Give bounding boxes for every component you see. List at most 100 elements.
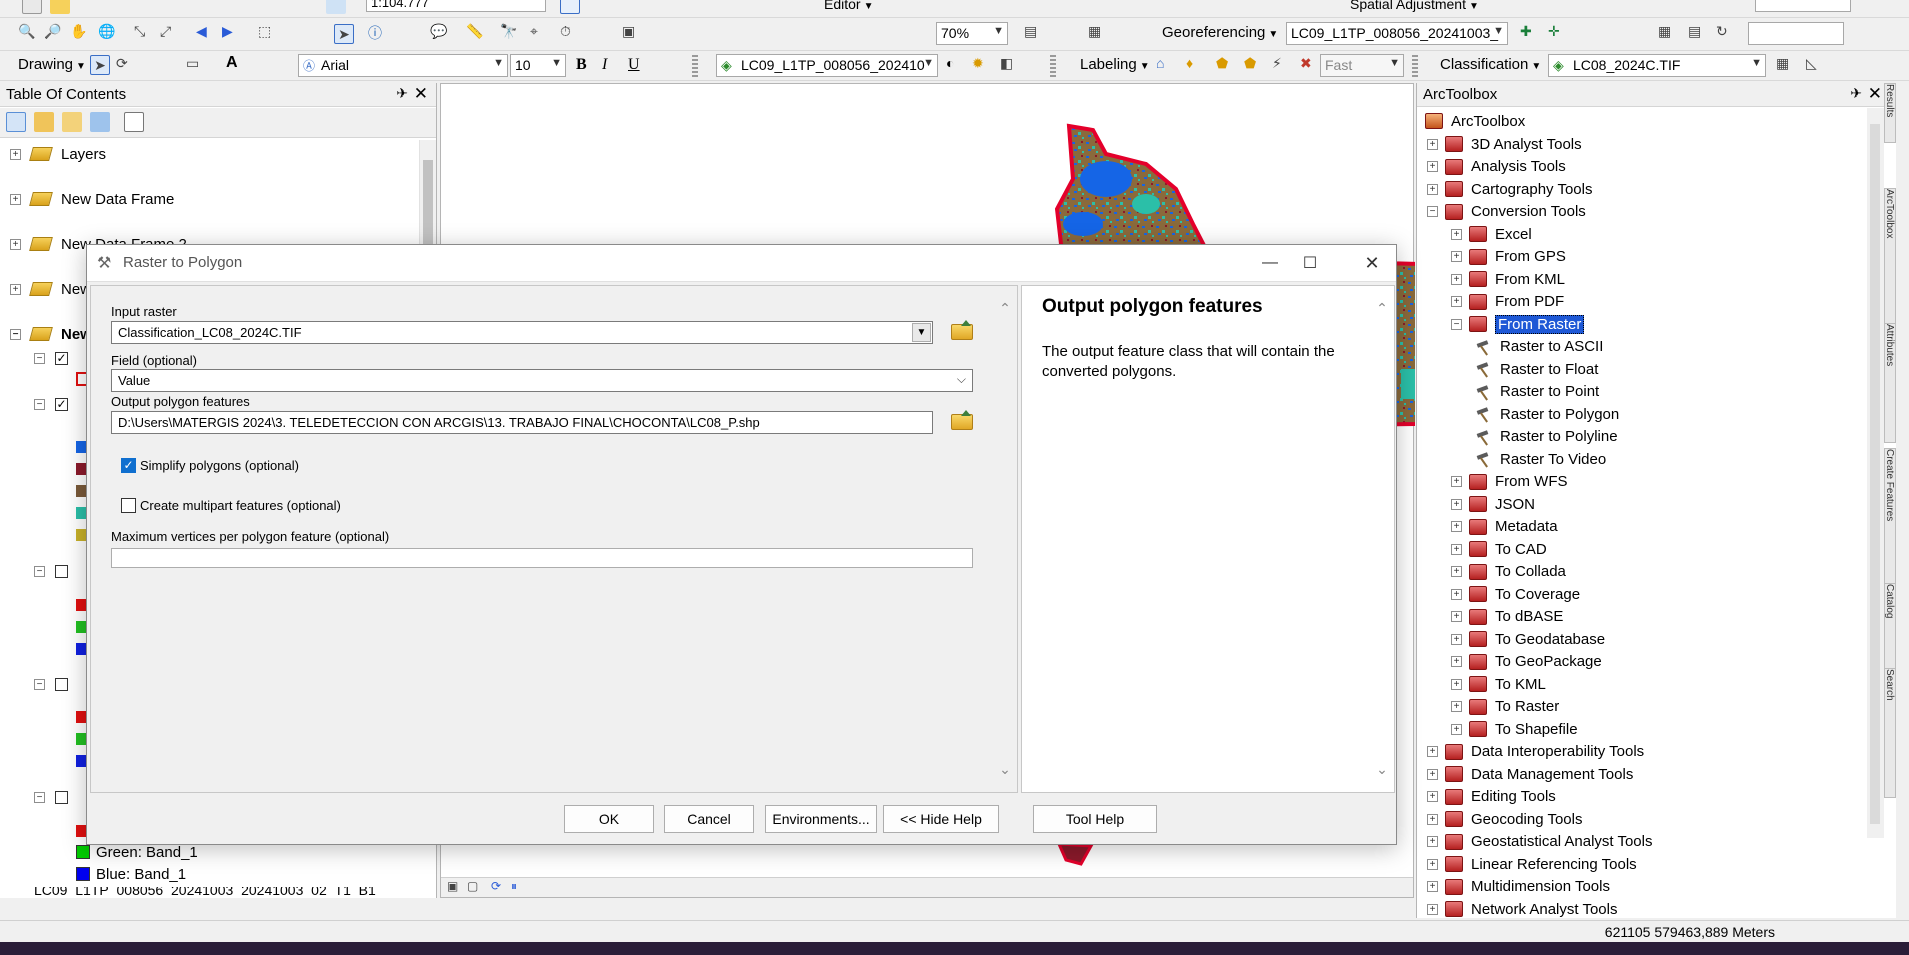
expand-icon[interactable]: +	[1451, 296, 1462, 307]
chevron-down-icon[interactable]: ▼	[912, 323, 931, 342]
dialog-title-bar[interactable]: ⚒ Raster to Polygon — ☐ ✕	[87, 245, 1396, 282]
collapse-icon[interactable]: −	[34, 398, 45, 410]
fixed-zoom-out-icon[interactable]: ⤢	[160, 23, 171, 40]
toolset-item[interactable]: − From Raster	[1451, 313, 1585, 335]
expand-icon[interactable]: +	[10, 148, 21, 160]
table-icon[interactable]: ▦	[1088, 23, 1101, 40]
layer-checkbox[interactable]	[55, 564, 68, 578]
expand-icon[interactable]: +	[1451, 498, 1462, 510]
zoom-out-icon[interactable]: 🔎	[44, 23, 61, 40]
data-view-icon[interactable]: ▣	[447, 879, 458, 893]
toc-layer-row[interactable]: −	[34, 560, 68, 582]
new-document-icon[interactable]	[22, 0, 42, 14]
layer-checkbox[interactable]: ✓	[55, 397, 68, 411]
collapse-icon[interactable]: −	[1451, 318, 1462, 330]
expand-icon[interactable]: +	[1451, 723, 1462, 735]
expand-icon[interactable]: +	[1451, 476, 1462, 487]
layout-page-icon[interactable]: ▤	[1024, 23, 1037, 40]
list-by-visibility-icon[interactable]	[62, 112, 82, 132]
raster-layer-combo[interactable]: ◈ LC09_L1TP_008056_202410 ▼	[716, 54, 938, 77]
expand-icon[interactable]: +	[1451, 251, 1462, 262]
toolset-item[interactable]: + From WFS	[1451, 471, 1568, 493]
toolset-item[interactable]: +3D Analyst Tools	[1427, 133, 1582, 155]
scroll-down-icon[interactable]: ⌄	[997, 761, 1013, 778]
back-extent-icon[interactable]: ◀	[196, 23, 207, 40]
expand-icon[interactable]: +	[1427, 836, 1438, 847]
brightness-icon[interactable]: ✹	[972, 55, 984, 72]
clear-labels-icon[interactable]: ✖	[1300, 55, 1312, 72]
toolset-item[interactable]: + Data Management Tools	[1427, 763, 1633, 785]
html-popup-icon[interactable]: 💬	[430, 23, 447, 40]
expand-icon[interactable]: +	[1451, 543, 1462, 555]
measure-icon[interactable]: 📏	[466, 23, 483, 40]
draw-polygon-icon[interactable]: ◺	[1806, 55, 1817, 72]
input-raster-combo[interactable]: Classification_LC08_2024C.TIF ▼	[111, 321, 933, 344]
toolbox-root[interactable]: ArcToolbox	[1425, 110, 1525, 132]
go-to-xy-icon[interactable]: ⌖	[530, 23, 538, 40]
expand-icon[interactable]: +	[1427, 183, 1438, 195]
toolset-item[interactable]: + Data Interoperability Tools	[1427, 741, 1644, 763]
expand-icon[interactable]: +	[1451, 588, 1462, 600]
collapse-icon[interactable]: −	[34, 791, 45, 803]
expand-icon[interactable]: +	[1451, 701, 1462, 712]
toolset-item[interactable]: + Excel	[1451, 223, 1532, 245]
simplify-polygons-checkbox[interactable]: ✓ Simplify polygons (optional)	[121, 458, 299, 473]
layer-checkbox[interactable]: ✓	[55, 351, 68, 365]
expand-icon[interactable]: +	[10, 193, 21, 205]
multipart-checkbox[interactable]: Create multipart features (optional)	[121, 498, 341, 513]
toolset-item[interactable]: + Linear Referencing Tools	[1427, 853, 1637, 875]
toolset-item[interactable]: + To Shapefile	[1451, 718, 1578, 740]
italic-button[interactable]: I	[602, 56, 607, 74]
fixed-zoom-in-icon[interactable]: ⤡	[134, 23, 145, 40]
expand-icon[interactable]: +	[1451, 678, 1462, 690]
options-icon[interactable]	[124, 112, 144, 132]
expand-icon[interactable]: +	[1427, 903, 1438, 915]
expand-icon[interactable]: +	[1427, 791, 1438, 802]
arctoolbox-scroll-thumb[interactable]	[1870, 124, 1880, 824]
georef-layer-combo[interactable]: LC09_L1TP_008056_20241003_ ▼	[1286, 22, 1508, 45]
zoom-percent-combo[interactable]: 70% ▼	[936, 22, 1008, 45]
full-extent-icon[interactable]: 🌐	[98, 23, 115, 40]
spatial-adjust-combo[interactable]	[1755, 0, 1851, 12]
toolset-item[interactable]: + Metadata	[1451, 516, 1558, 538]
tool-item[interactable]: Raster to Point	[1475, 381, 1599, 403]
add-control-points-icon[interactable]: ✚	[1520, 23, 1532, 40]
toolset-item[interactable]: + Cartography Tools	[1427, 178, 1592, 200]
tool-help-button[interactable]: Tool Help	[1033, 805, 1157, 833]
rectangle-icon[interactable]: ▭	[186, 55, 199, 72]
checkbox-checked-icon[interactable]: ✓	[121, 458, 136, 473]
toolset-item[interactable]: + To Coverage	[1451, 583, 1580, 605]
toolset-item[interactable]: + To Geodatabase	[1451, 628, 1605, 650]
tool-item[interactable]: Raster to Polygon	[1475, 403, 1619, 425]
browse-output-button[interactable]	[947, 408, 977, 436]
scroll-up-icon[interactable]: ⌃	[997, 300, 1013, 317]
toc-frame-new-data-frame[interactable]: + New Data Frame	[10, 188, 174, 210]
find-icon[interactable]: 🔭	[500, 23, 517, 40]
view-unplaced-icon[interactable]: ⚡	[1272, 55, 1282, 72]
environments-button[interactable]: Environments...	[765, 805, 877, 833]
font-name-combo[interactable]: Ⓐ Arial ▼	[298, 54, 508, 77]
pause-labeling-icon[interactable]: ⬟	[1244, 55, 1256, 72]
open-folder-icon[interactable]	[50, 0, 70, 14]
toolset-item[interactable]: + To Collada	[1451, 561, 1566, 583]
toc-pin-icon[interactable]: ✈	[396, 85, 408, 102]
toc-close-icon[interactable]: ✕	[414, 84, 428, 104]
pan-icon[interactable]: ✋	[70, 23, 87, 40]
contrast-icon[interactable]: ◐	[946, 55, 954, 71]
expand-icon[interactable]: +	[1427, 768, 1438, 780]
arctoolbox-pin-icon[interactable]: ✈	[1850, 85, 1862, 102]
checkbox-unchecked-icon[interactable]	[121, 498, 136, 513]
toolset-item[interactable]: + To dBASE	[1451, 606, 1563, 628]
rotate-element-icon[interactable]: ⟳	[116, 55, 128, 72]
expand-icon[interactable]: +	[1427, 138, 1438, 150]
toc-frame-layers[interactable]: + Layers	[10, 143, 106, 165]
toolset-item[interactable]: − Conversion Tools	[1427, 201, 1586, 223]
label-priority-icon[interactable]: ♦	[1186, 55, 1193, 71]
editor-menu[interactable]: Editor ▼	[824, 0, 873, 12]
help-scroll-up-icon[interactable]: ⌃	[1374, 300, 1390, 317]
draw-select-icon[interactable]: ➤	[90, 55, 110, 75]
spatial-adjustment-menu[interactable]: Spatial Adjustment ▼	[1350, 0, 1479, 12]
arctoolbox-close-icon[interactable]: ✕	[1868, 84, 1882, 104]
training-manager-icon[interactable]: ▦	[1776, 55, 1789, 72]
transparency-icon[interactable]: ◧	[1000, 55, 1013, 72]
